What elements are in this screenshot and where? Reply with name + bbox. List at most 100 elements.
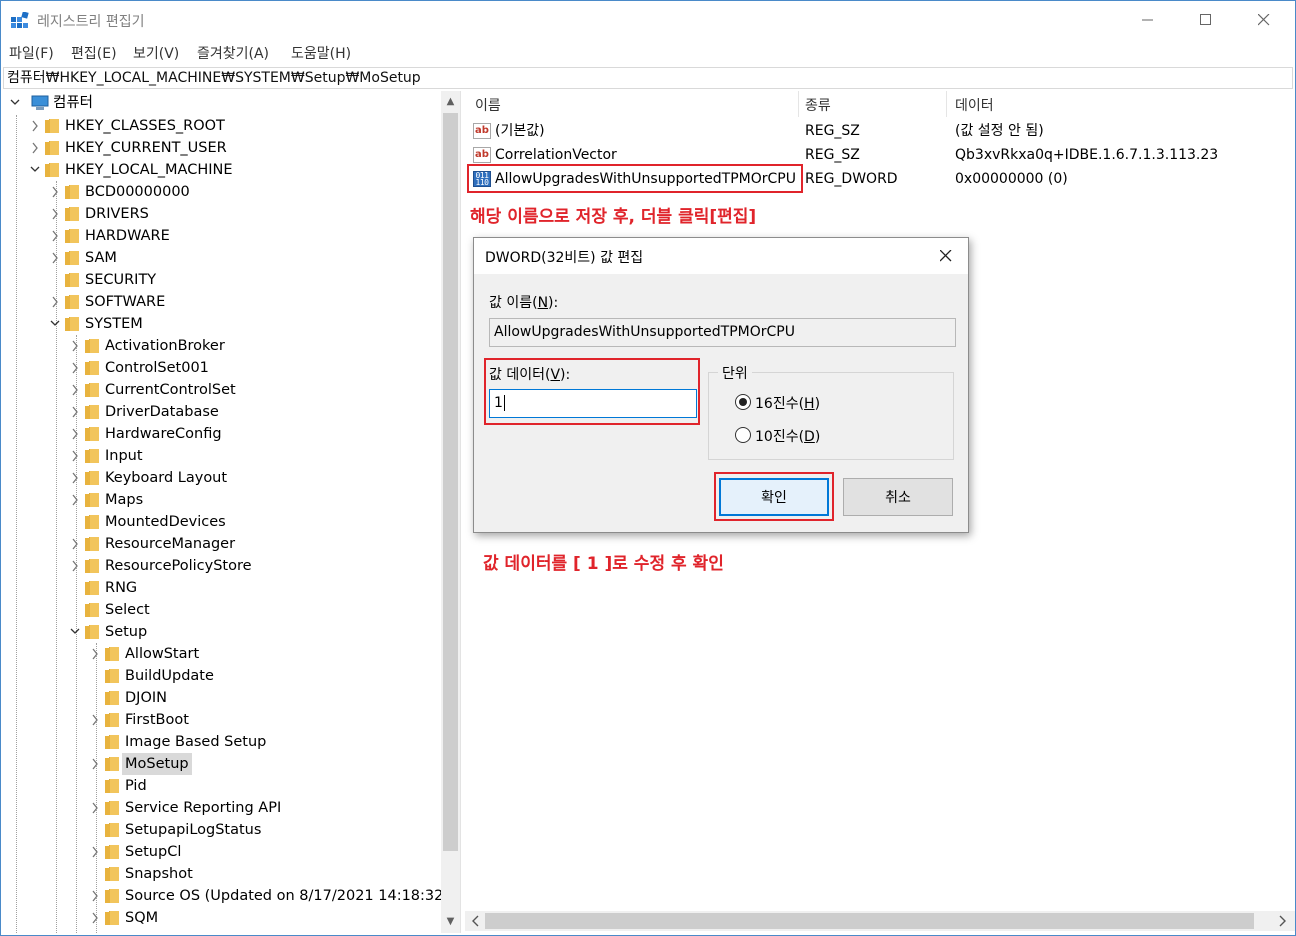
tree-node[interactable]: AllowStart [3,643,439,665]
scroll-down-icon[interactable]: ▼ [441,911,460,931]
tree-node[interactable]: Image Based Setup [3,731,439,753]
tree-node[interactable]: SYSTEM [3,313,439,335]
address-bar[interactable]: 컴퓨터₩HKEY_LOCAL_MACHINE₩SYSTEM₩Setup₩MoSe… [3,67,1293,89]
decimal-label[interactable]: 10진수(D) [755,426,820,446]
tree-node[interactable]: ResourcePolicyStore [3,555,439,577]
tree-node[interactable]: FirstBoot [3,709,439,731]
close-button[interactable] [1235,1,1293,39]
tree-node[interactable]: DriverDatabase [3,401,439,423]
chevron-right-icon[interactable] [69,357,81,379]
tree-node[interactable]: ActivationBroker [3,335,439,357]
chevron-right-icon[interactable] [69,445,81,467]
decimal-radio[interactable] [735,427,751,443]
scroll-right-icon[interactable] [1277,915,1287,927]
folder-icon [85,515,100,529]
tree-node[interactable]: CurrentControlSet [3,379,439,401]
tree-node[interactable]: Input [3,445,439,467]
tree-node[interactable]: SECURITY [3,269,439,291]
chevron-right-icon[interactable] [89,753,101,775]
tree-node[interactable]: HKEY_CLASSES_ROOT [3,115,439,137]
string-value-icon: ab [473,147,491,163]
tree-label: Keyboard Layout [105,470,228,486]
chevron-right-icon[interactable] [69,555,81,577]
menu-favorites[interactable]: 즐겨찾기(A) [197,43,269,63]
chevron-right-icon[interactable] [69,401,81,423]
menu-file[interactable]: 파일(F) [9,43,54,63]
tree-node[interactable]: HardwareConfig [3,423,439,445]
chevron-down-icon[interactable] [9,92,21,114]
menu-view[interactable]: 보기(V) [133,43,179,63]
tree-node[interactable]: SetupapiLogStatus [3,819,439,841]
chevron-right-icon[interactable] [29,115,41,137]
chevron-right-icon[interactable] [69,533,81,555]
chevron-right-icon[interactable] [49,181,61,203]
menu-edit[interactable]: 편집(E) [71,43,117,63]
chevron-right-icon[interactable] [49,225,61,247]
value-data: 0x00000000 (0) [955,171,1068,187]
tree-node[interactable]: ControlSet001 [3,357,439,379]
tree-node[interactable]: BCD00000000 [3,181,439,203]
column-header-data[interactable]: 데이터 [955,95,994,115]
column-header-type[interactable]: 종류 [805,95,831,115]
tree-node[interactable]: SetupCl [3,841,439,863]
list-scroll-thumb[interactable] [485,913,1254,929]
tree-node[interactable]: SQM [3,907,439,929]
column-divider[interactable] [798,91,799,117]
tree-scroll-thumb[interactable] [443,113,458,851]
chevron-right-icon[interactable] [69,335,81,357]
tree-node[interactable]: Service Reporting API [3,797,439,819]
tree-node[interactable]: MoSetup [3,753,439,775]
tree-node[interactable]: HARDWARE [3,225,439,247]
tree-node[interactable]: HKEY_LOCAL_MACHINE [3,159,439,181]
menu-help[interactable]: 도움말(H) [291,43,351,63]
tree-scrollbar[interactable]: ▲ ▼ [441,91,460,933]
tree-node[interactable]: Maps [3,489,439,511]
chevron-down-icon[interactable] [69,621,81,643]
list-horizontal-scrollbar[interactable] [465,911,1295,931]
hex-radio[interactable] [735,394,751,410]
value-type: REG_DWORD [805,171,898,187]
column-header-name[interactable]: 이름 [475,95,501,115]
chevron-right-icon[interactable] [29,137,41,159]
tree-node[interactable]: Setup [3,621,439,643]
tree-node[interactable]: Select [3,599,439,621]
chevron-right-icon[interactable] [69,423,81,445]
chevron-down-icon[interactable] [29,159,41,181]
chevron-right-icon[interactable] [69,489,81,511]
tree-node[interactable]: SOFTWARE [3,291,439,313]
dialog-close-button[interactable] [934,244,958,268]
chevron-right-icon[interactable] [49,291,61,313]
cancel-button[interactable]: 취소 [843,478,953,516]
chevron-down-icon[interactable] [49,313,61,335]
scroll-up-icon[interactable]: ▲ [441,91,460,111]
value-row[interactable]: ab (기본값) REG_SZ (값 설정 안 됨) [465,119,1295,143]
tree-node[interactable]: HKEY_CURRENT_USER [3,137,439,159]
tree-node[interactable]: Pid [3,775,439,797]
window-title: 레지스트리 편집기 [37,14,145,30]
maximize-button[interactable] [1177,1,1235,39]
tree-node[interactable]: Source OS (Updated on 8/17/2021 14:18:32… [3,885,449,907]
chevron-right-icon[interactable] [49,247,61,269]
chevron-right-icon[interactable] [89,643,101,665]
tree-node[interactable]: DJOIN [3,687,439,709]
chevron-right-icon[interactable] [89,841,101,863]
tree-node[interactable]: BuildUpdate [3,665,439,687]
tree-node[interactable]: MountedDevices [3,511,439,533]
minimize-button[interactable] [1119,1,1177,39]
chevron-right-icon[interactable] [49,203,61,225]
chevron-right-icon[interactable] [89,885,101,907]
chevron-right-icon[interactable] [69,379,81,401]
tree-node[interactable]: DRIVERS [3,203,439,225]
scroll-left-icon[interactable] [471,915,481,927]
tree-node[interactable]: SAM [3,247,439,269]
tree-node[interactable]: ResourceManager [3,533,439,555]
tree-node[interactable]: RNG [3,577,439,599]
column-divider[interactable] [946,91,947,117]
chevron-right-icon[interactable] [89,709,101,731]
tree-node[interactable]: Keyboard Layout [3,467,439,489]
chevron-right-icon[interactable] [89,797,101,819]
chevron-right-icon[interactable] [69,467,81,489]
chevron-right-icon[interactable] [89,907,101,929]
tree-node[interactable]: Snapshot [3,863,439,885]
hex-label[interactable]: 16진수(H) [755,393,820,413]
